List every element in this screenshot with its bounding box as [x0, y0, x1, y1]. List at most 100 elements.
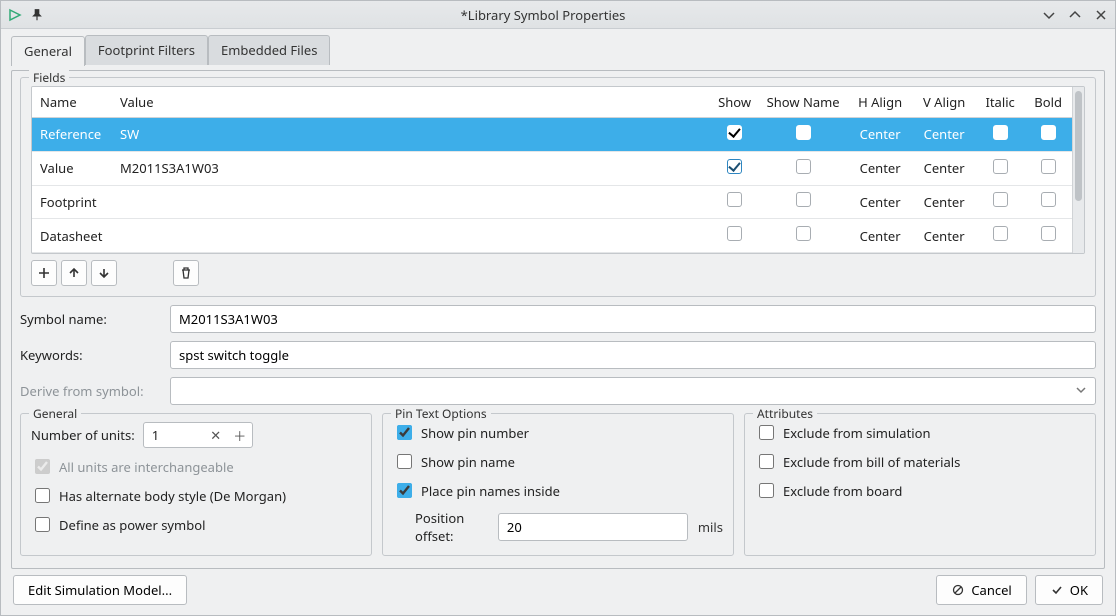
- units-increment-icon[interactable]: ＋: [228, 423, 252, 447]
- maximize-icon[interactable]: [1067, 7, 1083, 23]
- show-pin-number-input[interactable]: [397, 425, 412, 440]
- checkbox-icon[interactable]: [727, 226, 742, 241]
- table-row[interactable]: ValueM2011S3A1W03CenterCenter: [32, 151, 1072, 185]
- show-pin-number-checkbox[interactable]: Show pin number: [393, 422, 723, 443]
- checkbox-icon[interactable]: [727, 192, 742, 207]
- col-show-name[interactable]: Show Name: [758, 87, 848, 118]
- fields-tbody: ReferenceSWCenterCenterValueM2011S3A1W03…: [32, 118, 1072, 253]
- exclude-sim-checkbox[interactable]: Exclude from simulation: [755, 422, 1085, 443]
- show-pin-name-input[interactable]: [397, 454, 412, 469]
- checkbox-icon[interactable]: [727, 159, 742, 174]
- cancel-icon: [951, 583, 965, 597]
- tab-panel-general: Fields Name Value Show Show Nam: [11, 70, 1105, 569]
- tab-general[interactable]: General: [11, 36, 85, 66]
- checkbox-icon[interactable]: [993, 226, 1008, 241]
- exclude-board-checkbox[interactable]: Exclude from board: [755, 480, 1085, 501]
- position-offset-input[interactable]: [498, 513, 688, 541]
- attributes-legend: Attributes: [753, 405, 817, 422]
- col-show[interactable]: Show: [710, 87, 758, 118]
- ok-icon: [1050, 583, 1064, 597]
- checkbox-icon[interactable]: [993, 125, 1008, 140]
- fields-group: Fields Name Value Show Show Nam: [20, 77, 1096, 297]
- chevron-down-icon: [1075, 382, 1087, 400]
- move-down-button[interactable]: [91, 260, 117, 286]
- tab-label: Footprint Filters: [98, 41, 195, 59]
- attributes-group: Attributes Exclude from simulation Exclu…: [744, 413, 1096, 556]
- tab-label: Embedded Files: [221, 41, 317, 59]
- checkbox-icon[interactable]: [796, 159, 811, 174]
- window-title: *Library Symbol Properties: [45, 6, 1041, 24]
- table-header-row: Name Value Show Show Name H Align V Alig…: [32, 87, 1072, 118]
- tab-footprint-filters[interactable]: Footprint Filters: [85, 35, 208, 65]
- symbol-name-label: Symbol name:: [20, 310, 160, 328]
- checkbox-icon[interactable]: [1041, 192, 1056, 207]
- keywords-input[interactable]: [170, 341, 1096, 369]
- fields-table-scroll: Name Value Show Show Name H Align V Alig…: [31, 86, 1085, 254]
- tab-embedded-files[interactable]: Embedded Files: [208, 35, 330, 65]
- move-up-button[interactable]: [61, 260, 87, 286]
- toolbar-spacer: [121, 260, 169, 286]
- derive-label: Derive from symbol:: [20, 382, 160, 400]
- show-pin-name-checkbox[interactable]: Show pin name: [393, 451, 723, 472]
- minimize-icon[interactable]: [1041, 7, 1057, 23]
- units-label: Number of units:: [31, 426, 135, 444]
- position-offset-label: Position offset:: [415, 509, 488, 545]
- checkbox-icon[interactable]: [993, 159, 1008, 174]
- cancel-button[interactable]: Cancel: [936, 575, 1026, 605]
- add-row-button[interactable]: [31, 260, 57, 286]
- checkbox-icon[interactable]: [727, 125, 742, 140]
- power-symbol-input[interactable]: [35, 517, 50, 532]
- col-bold[interactable]: Bold: [1024, 87, 1072, 118]
- place-names-inside-input[interactable]: [397, 483, 412, 498]
- exclude-bom-input[interactable]: [759, 454, 774, 469]
- table-row[interactable]: DatasheetCenterCenter: [32, 219, 1072, 253]
- pin-text-group: Pin Text Options Show pin number Show pi…: [382, 413, 734, 556]
- power-symbol-checkbox[interactable]: Define as power symbol: [31, 514, 361, 535]
- checkbox-icon[interactable]: [796, 192, 811, 207]
- delete-row-button[interactable]: [173, 260, 199, 286]
- vertical-scrollbar[interactable]: [1072, 87, 1084, 253]
- derive-select[interactable]: [170, 377, 1096, 405]
- exclude-sim-input[interactable]: [759, 425, 774, 440]
- table-row[interactable]: ReferenceSWCenterCenter: [32, 118, 1072, 152]
- close-icon[interactable]: [1093, 7, 1109, 23]
- position-offset-unit: mils: [698, 518, 723, 536]
- col-name[interactable]: Name: [32, 87, 112, 118]
- checkbox-icon[interactable]: [1041, 125, 1056, 140]
- lower-groups: General Number of units: 1 ✕ ＋ All units…: [20, 413, 1096, 556]
- symbol-name-input[interactable]: [170, 305, 1096, 333]
- fields-table[interactable]: Name Value Show Show Name H Align V Alig…: [32, 87, 1072, 253]
- general-legend: General: [29, 405, 81, 422]
- fields-legend: Fields: [29, 69, 69, 86]
- checkbox-icon[interactable]: [1041, 159, 1056, 174]
- pin-text-legend: Pin Text Options: [391, 405, 491, 422]
- dialog-button-bar: Edit Simulation Model... Cancel OK: [11, 575, 1105, 605]
- checkbox-icon[interactable]: [796, 226, 811, 241]
- app-icon: [7, 7, 23, 23]
- ok-button[interactable]: OK: [1035, 575, 1103, 605]
- checkbox-icon[interactable]: [796, 125, 811, 140]
- keywords-label: Keywords:: [20, 346, 160, 364]
- alt-body-input[interactable]: [35, 488, 50, 503]
- tab-label: General: [24, 42, 72, 60]
- alt-body-checkbox[interactable]: Has alternate body style (De Morgan): [31, 485, 361, 506]
- dialog-window: *Library Symbol Properties General Footp…: [0, 0, 1116, 616]
- checkbox-icon[interactable]: [993, 192, 1008, 207]
- col-italic[interactable]: Italic: [976, 87, 1024, 118]
- exclude-bom-checkbox[interactable]: Exclude from bill of materials: [755, 451, 1085, 472]
- units-clear-icon[interactable]: ✕: [204, 423, 228, 447]
- table-row[interactable]: FootprintCenterCenter: [32, 185, 1072, 219]
- col-v-align[interactable]: V Align: [912, 87, 976, 118]
- edit-simulation-button[interactable]: Edit Simulation Model...: [13, 575, 187, 605]
- col-h-align[interactable]: H Align: [848, 87, 912, 118]
- col-value[interactable]: Value: [112, 87, 710, 118]
- place-names-inside-checkbox[interactable]: Place pin names inside: [393, 480, 723, 501]
- units-value: 1: [144, 426, 204, 444]
- pin-icon[interactable]: [29, 7, 45, 23]
- general-group: General Number of units: 1 ✕ ＋ All units…: [20, 413, 372, 556]
- checkbox-icon[interactable]: [1041, 226, 1056, 241]
- units-interchangeable-checkbox: All units are interchangeable: [31, 456, 361, 477]
- units-spinner[interactable]: 1 ✕ ＋: [143, 422, 253, 448]
- exclude-board-input[interactable]: [759, 483, 774, 498]
- titlebar: *Library Symbol Properties: [1, 1, 1115, 29]
